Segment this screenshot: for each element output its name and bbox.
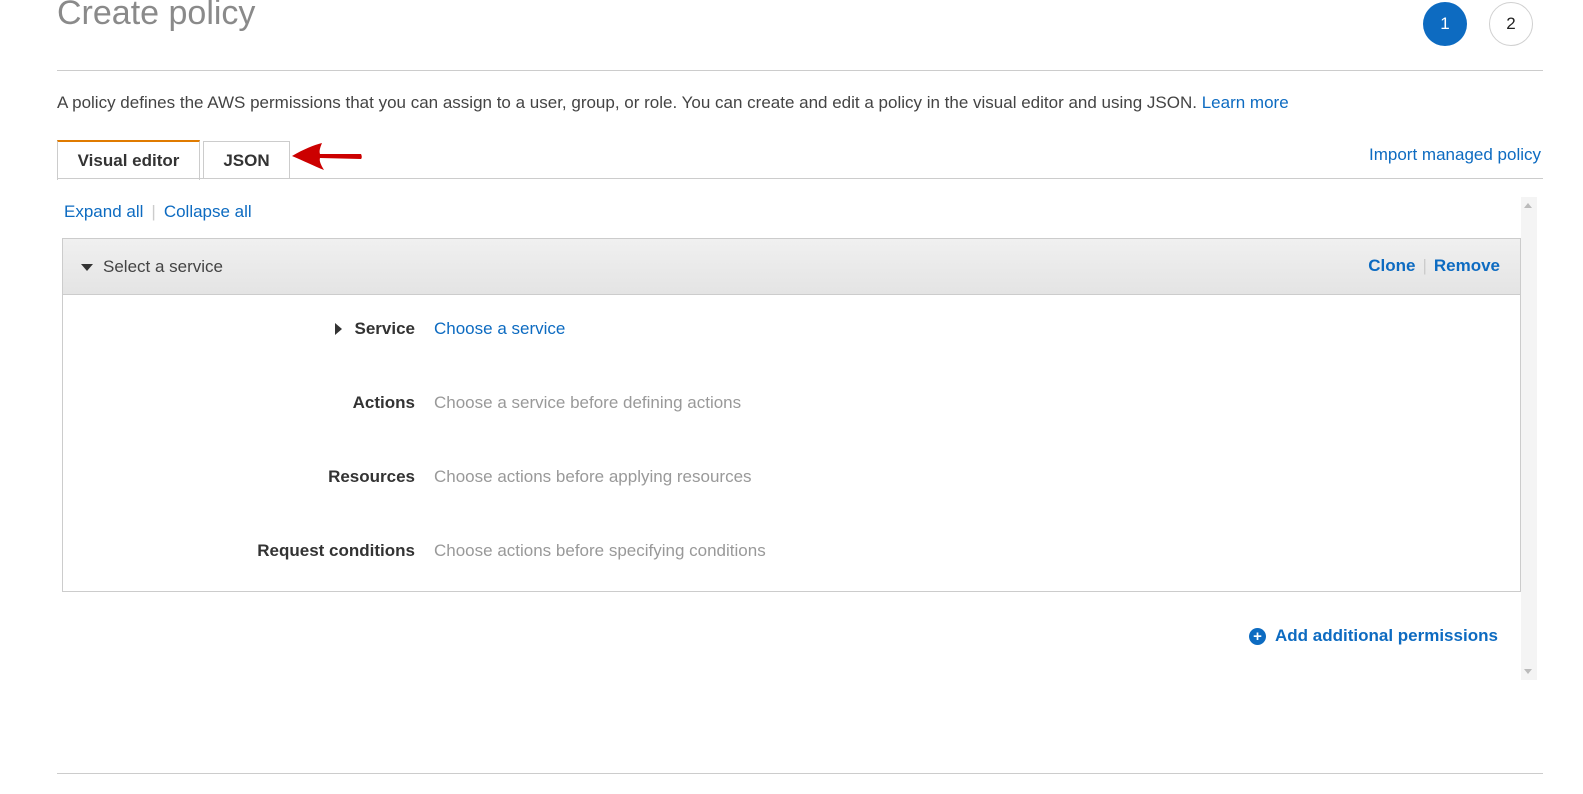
request-conditions-label: Request conditions [257, 541, 415, 560]
intro-paragraph: A policy defines the AWS permissions tha… [57, 93, 1289, 113]
expand-collapse-controls: Expand all | Collapse all [64, 202, 252, 222]
resources-placeholder: Choose actions before applying resources [434, 467, 752, 486]
resources-row: Resources Choose actions before applying… [63, 467, 1520, 491]
service-label[interactable]: Service [355, 319, 416, 339]
page-title: Create policy [57, 0, 256, 32]
header-divider [57, 70, 1543, 71]
collapse-all-link[interactable]: Collapse all [164, 202, 252, 221]
add-additional-permissions-button[interactable]: + Add additional permissions [1249, 626, 1498, 646]
choose-service-link[interactable]: Choose a service [434, 319, 565, 339]
caret-right-icon[interactable] [335, 323, 342, 335]
scroll-down-icon[interactable] [1524, 669, 1532, 674]
footer-divider [57, 773, 1543, 774]
request-conditions-placeholder: Choose actions before specifying conditi… [434, 541, 766, 560]
separator: | [1422, 256, 1427, 275]
learn-more-link[interactable]: Learn more [1202, 93, 1289, 112]
permission-block: Select a service Clone | Remove Service Ch… [62, 238, 1521, 592]
permission-block-title: Select a service [103, 256, 223, 276]
add-permissions-label: Add additional permissions [1275, 626, 1498, 645]
tab-visual-editor[interactable]: Visual editor [57, 140, 200, 180]
clone-button[interactable]: Clone [1368, 256, 1415, 275]
permission-block-actions: Clone | Remove [1368, 256, 1500, 276]
service-row: Service Choose a service [63, 319, 1520, 343]
step-1-indicator[interactable]: 1 [1423, 2, 1467, 46]
tab-divider [57, 178, 1543, 179]
intro-text: A policy defines the AWS permissions tha… [57, 93, 1197, 112]
request-conditions-row: Request conditions Choose actions before… [63, 541, 1520, 565]
actions-placeholder: Choose a service before defining actions [434, 393, 742, 412]
permission-block-header[interactable]: Select a service Clone | Remove [63, 239, 1520, 295]
tab-json[interactable]: JSON [203, 141, 290, 179]
scroll-up-icon[interactable] [1524, 203, 1532, 208]
scrollbar[interactable] [1521, 197, 1537, 680]
red-arrow-annotation-icon [292, 143, 362, 170]
actions-label: Actions [352, 393, 415, 412]
resources-label: Resources [328, 467, 415, 486]
separator: | [151, 202, 156, 221]
step-2-indicator[interactable]: 2 [1489, 2, 1533, 46]
plus-circle-icon: + [1249, 627, 1266, 645]
import-managed-policy-link[interactable]: Import managed policy [1369, 145, 1541, 165]
caret-down-icon[interactable] [81, 264, 93, 271]
actions-row: Actions Choose a service before defining… [63, 393, 1520, 417]
wizard-steps: 1 2 [1423, 2, 1533, 46]
remove-button[interactable]: Remove [1434, 256, 1500, 275]
expand-all-link[interactable]: Expand all [64, 202, 143, 221]
